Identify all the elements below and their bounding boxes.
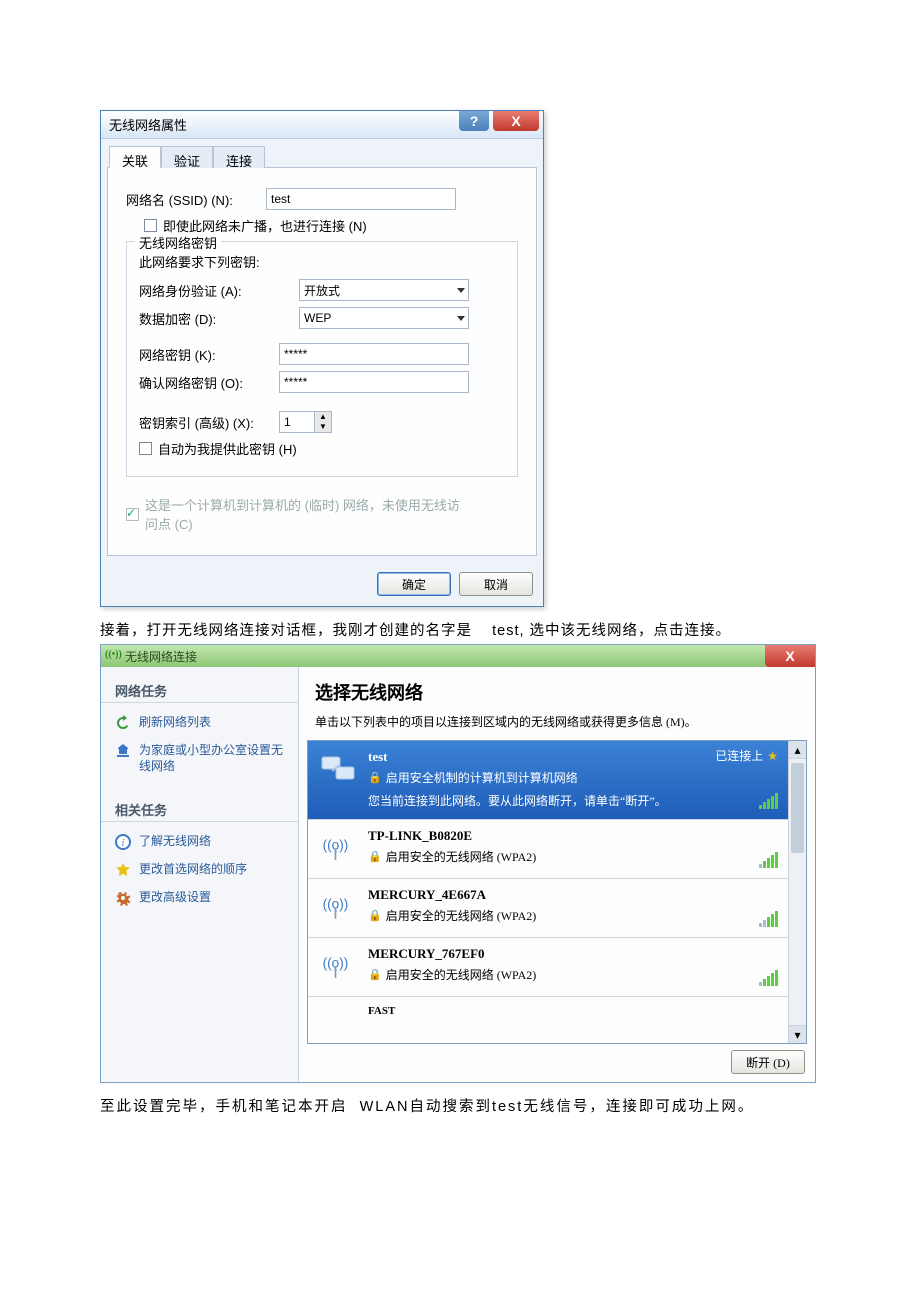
info-icon: i [115,834,131,850]
wireless-connection-window: ((•)) 无线网络连接 X 网络任务 刷新网络列表 为家庭或小型办公室设置无线… [100,644,816,1083]
key-groupbox: 无线网络密钥 此网络要求下列密钥: 网络身份验证 (A): 开放式 数据加密 (… [126,241,518,477]
network-item-partial[interactable]: FAST [308,996,788,1043]
infra-network-icon: ((ǫ)) [318,946,358,986]
infra-network-icon: ((ǫ)) [318,828,358,868]
sidebar-heading-tasks: 网络任务 [101,675,298,703]
star-icon [115,862,131,878]
ok-button[interactable]: 确定 [377,572,451,596]
spin-up-icon[interactable]: ▲ [315,412,331,422]
ssid-label: 网络名 (SSID) (N): [126,190,266,209]
signal-bars-icon [759,854,778,868]
connected-status: 已连接上 ★ [715,747,778,764]
key-desc: 此网络要求下列密钥: [139,252,505,271]
help-button[interactable]: ? [459,111,489,131]
key-index-label: 密钥索引 (高级) (X): [139,413,279,432]
lock-icon: 🔒 [368,968,382,981]
network-list: test 🔒启用安全机制的计算机到计算机网络 您当前连接到此网络。要从此网络断开… [307,740,807,1044]
key-index-input[interactable] [279,411,315,433]
close-button[interactable]: X [765,645,815,667]
caption-line-2: 至此设置完毕，手机和笔记本开启 WLAN自动搜索到test无线信号，连接即可成功… [100,1095,820,1116]
dialog-buttons: 确定 取消 [101,562,543,606]
key-confirm-label: 确认网络密钥 (O): [139,373,279,392]
key-groupbox-title: 无线网络密钥 [135,233,221,252]
auth-combobox[interactable]: 开放式 [299,279,469,301]
auth-label: 网络身份验证 (A): [139,281,299,300]
tab-authentication[interactable]: 验证 [161,146,213,168]
chevron-down-icon [456,285,466,295]
svg-text:i: i [122,838,125,849]
connect-if-hidden-checkbox[interactable] [144,219,157,232]
key-confirm-input[interactable] [279,371,469,393]
sidebar-heading-related: 相关任务 [101,794,298,822]
wireless-properties-dialog: 无线网络属性 ? X 关联 验证 连接 网络名 (SSID) (N): 即使此网… [100,110,544,607]
sidebar-item-advanced[interactable]: 更改高级设置 [101,884,298,912]
dialog-title: 无线网络属性 [109,115,187,134]
auto-key-label: 自动为我提供此密钥 (H) [158,439,297,458]
sidebar-item-learn[interactable]: i 了解无线网络 [101,828,298,856]
chevron-down-icon [456,313,466,323]
key-index-spinner[interactable]: ▲ ▼ [279,411,332,433]
sidebar: 网络任务 刷新网络列表 为家庭或小型办公室设置无线网络 相关任务 i 了解无线网… [101,667,299,1082]
lock-icon: 🔒 [368,771,382,784]
network-item[interactable]: ((ǫ)) MERCURY_4E667A 🔒启用安全的无线网络 (WPA2) [308,878,788,937]
sidebar-item-change-order[interactable]: 更改首选网络的顺序 [101,856,298,884]
disconnect-button[interactable]: 断开 (D) [731,1050,805,1074]
refresh-icon [115,715,131,731]
spin-down-icon[interactable]: ▼ [315,422,331,432]
network-item[interactable]: ((ǫ)) TP-LINK_B0820E 🔒启用安全的无线网络 (WPA2) [308,819,788,878]
cancel-button[interactable]: 取消 [459,572,533,596]
window-footer: 断开 (D) [299,1044,815,1082]
adhoc-checkbox [126,508,139,521]
sidebar-item-refresh[interactable]: 刷新网络列表 [101,709,298,737]
window-titlebar: ((•)) 无线网络连接 X [101,645,815,667]
sidebar-item-home-setup[interactable]: 为家庭或小型办公室设置无线网络 [101,737,298,780]
tab-strip: 关联 验证 连接 [101,139,543,167]
signal-bars-icon [759,913,778,927]
key-input[interactable] [279,343,469,365]
caption-line-1: 接着，打开无线网络连接对话框，我刚才创建的名字是 test, 选中该无线网络，点… [100,619,820,640]
scroll-up-icon[interactable]: ▴ [789,741,806,759]
window-title: 无线网络连接 [125,648,197,665]
close-button[interactable]: X [493,111,539,131]
main-subtext: 单击以下列表中的项目以连接到区域内的无线网络或获得更多信息 (M)。 [299,709,815,740]
auto-key-checkbox[interactable] [139,442,152,455]
scroll-down-icon[interactable]: ▾ [789,1025,806,1043]
ssid-input[interactable] [266,188,456,210]
tab-association[interactable]: 关联 [109,146,161,168]
signal-bars-icon [759,972,778,986]
lock-icon: 🔒 [368,909,382,922]
network-item[interactable]: test 🔒启用安全机制的计算机到计算机网络 您当前连接到此网络。要从此网络断开… [308,741,788,819]
adhoc-network-icon [318,749,358,789]
tab-pane-association: 网络名 (SSID) (N): 即使此网络未广播，也进行连接 (N) 无线网络密… [107,167,537,556]
main-heading: 选择无线网络 [299,667,815,709]
signal-bars-icon [759,795,778,809]
tab-connection[interactable]: 连接 [213,146,265,168]
wireless-icon: ((•)) [105,649,121,663]
scrollbar[interactable]: ▴ ▾ [788,741,806,1043]
infra-network-icon: ((ǫ)) [318,887,358,927]
settings-icon [115,890,131,906]
network-item[interactable]: ((ǫ)) MERCURY_767EF0 🔒启用安全的无线网络 (WPA2) [308,937,788,996]
star-icon: ★ [767,749,778,763]
dialog-titlebar: 无线网络属性 ? X [101,111,543,139]
encryption-combobox[interactable]: WEP [299,307,469,329]
lock-icon: 🔒 [368,850,382,863]
scroll-thumb[interactable] [791,763,804,853]
adhoc-label: 这是一个计算机到计算机的 (临时) 网络，未使用无线访问点 (C) [145,495,465,533]
key-label: 网络密钥 (K): [139,345,279,364]
encryption-label: 数据加密 (D): [139,309,299,328]
home-network-icon [115,743,131,759]
main-panel: 选择无线网络 单击以下列表中的项目以连接到区域内的无线网络或获得更多信息 (M)… [299,667,815,1082]
